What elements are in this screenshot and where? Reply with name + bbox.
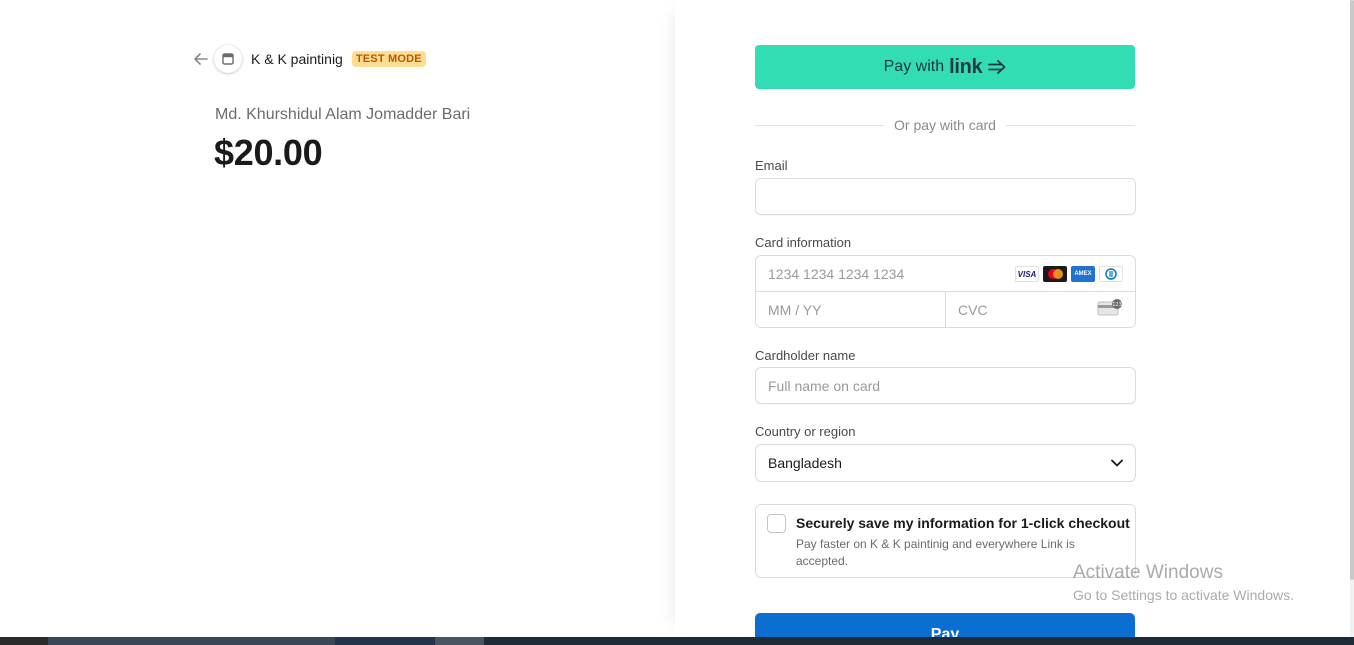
payment-pane: Pay with link Or pay with card Email Car… (675, 0, 1354, 645)
pay-with-link-button[interactable]: Pay with link (755, 45, 1135, 89)
country-select[interactable]: Bangladesh (755, 444, 1136, 482)
save-info-checkbox[interactable] (767, 514, 786, 533)
cvc-card-icon: 123 (1097, 299, 1123, 322)
mastercard-icon (1043, 266, 1067, 282)
country-selected-value: Bangladesh (768, 455, 842, 471)
order-summary-pane: K & K paintinig TEST MODE Md. Khurshidul… (0, 0, 675, 637)
card-expiry-cell (756, 292, 946, 327)
link-arrow-icon (988, 60, 1006, 74)
cardholder-name-field[interactable] (756, 368, 1135, 403)
svg-text:123: 123 (1112, 302, 1122, 308)
taskbar (0, 637, 1354, 645)
visa-icon: VISA (1015, 266, 1039, 282)
country-label: Country or region (755, 424, 856, 439)
chevron-down-icon (1111, 454, 1123, 472)
taskbar-search[interactable] (48, 637, 335, 645)
taskbar-app[interactable] (335, 637, 435, 645)
save-info-description: Pay faster on K & K paintinig and everyw… (796, 537, 1075, 568)
divider-line (1005, 124, 1135, 126)
amex-icon: AMEX (1071, 266, 1095, 282)
cardholder-name-label: Cardholder name (755, 348, 856, 363)
card-information-group: VISA AMEX 123 (755, 255, 1136, 328)
card-cvc-cell: 123 (946, 292, 1135, 327)
test-mode-badge: TEST MODE (351, 51, 426, 67)
diners-icon (1099, 266, 1123, 282)
product-name: Md. Khurshidul Alam Jomadder Bari (215, 106, 471, 123)
order-amount: $20.00 (214, 132, 323, 173)
activate-windows-watermark: Activate Windows Go to Settings to activ… (1073, 562, 1294, 603)
taskbar-app[interactable] (435, 637, 484, 645)
store-icon (214, 45, 242, 73)
back-arrow-icon[interactable] (190, 48, 212, 70)
email-label: Email (755, 158, 788, 173)
save-info-title: Securely save my information for 1-click… (796, 515, 1130, 531)
card-expiry-field[interactable] (756, 292, 945, 327)
email-field-wrapper (755, 178, 1136, 215)
divider-line (755, 124, 885, 126)
taskbar-start[interactable] (0, 637, 48, 645)
cardholder-field-wrapper (755, 367, 1136, 404)
merchant-header: K & K paintinig TEST MODE (190, 44, 426, 74)
merchant-name: K & K paintinig (251, 51, 343, 67)
or-divider: Or pay with card (755, 116, 1135, 134)
card-number-row: VISA AMEX (756, 256, 1135, 292)
watermark-title: Activate Windows (1073, 562, 1223, 583)
checkout-page: K & K paintinig TEST MODE Md. Khurshidul… (0, 0, 1354, 645)
card-information-label: Card information (755, 235, 852, 250)
link-logo-text: link (949, 55, 983, 78)
scrollbar-track[interactable] (1350, 0, 1354, 637)
link-button-prefix: Pay with (883, 58, 945, 75)
card-brands: VISA AMEX (1015, 266, 1123, 282)
divider-text: Or pay with card (894, 117, 996, 133)
email-field[interactable] (756, 179, 1135, 214)
scrollbar-thumb[interactable] (1350, 0, 1354, 580)
watermark-subtitle: Go to Settings to activate Windows. (1073, 587, 1294, 603)
